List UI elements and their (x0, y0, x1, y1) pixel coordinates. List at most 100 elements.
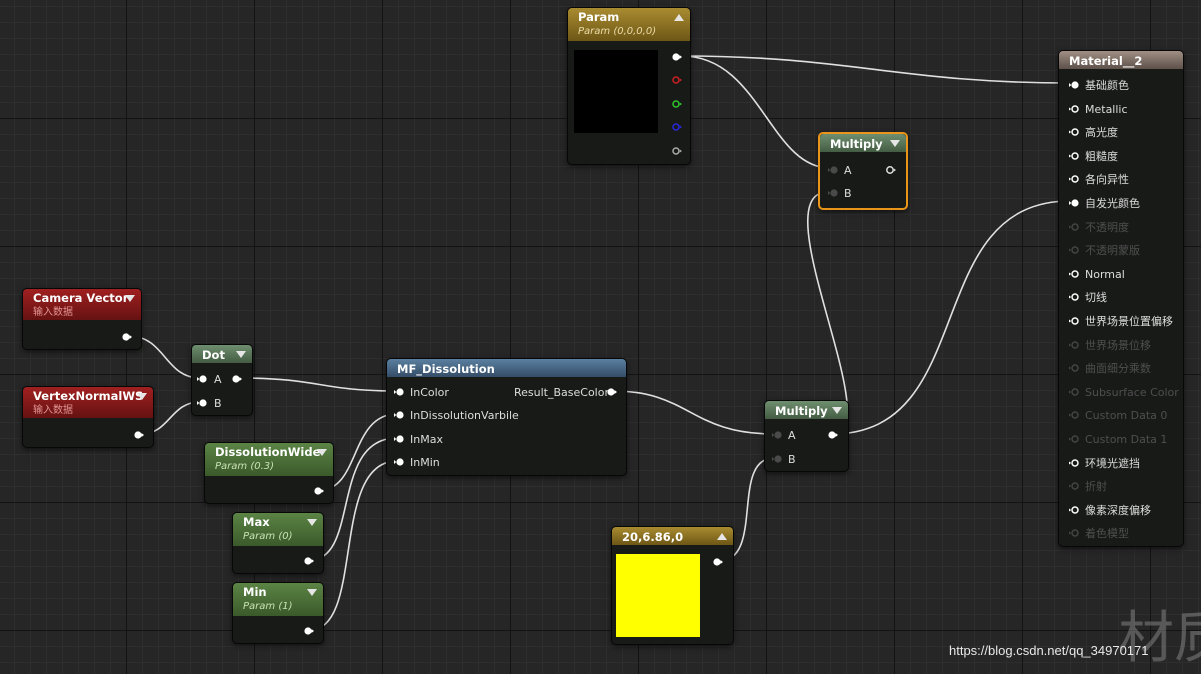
input-pin-incolor-icon[interactable] (394, 387, 404, 397)
collapse-arrow-icon[interactable] (137, 393, 147, 400)
input-pin-varbile-icon[interactable] (394, 410, 404, 420)
dot-node[interactable]: Dot A B (191, 344, 253, 416)
material-input-pin-icon[interactable] (1069, 505, 1079, 515)
output-pin-a-icon[interactable] (672, 146, 682, 156)
material-input-pin-icon[interactable] (1069, 198, 1079, 208)
pin-label-result: Result_BaseColor (514, 386, 609, 399)
material-input-label: Normal (1085, 267, 1125, 281)
material-input-label: 高光度 (1085, 126, 1118, 140)
max-param-node[interactable]: Max Param (0) (232, 512, 324, 574)
input-pin-b-icon[interactable] (197, 398, 207, 408)
constant-preview-swatch (616, 554, 700, 637)
multiply-top-node[interactable]: Multiply A B (818, 132, 908, 210)
material-input-pin-icon[interactable] (1069, 269, 1079, 279)
material-input-pin-icon (1069, 364, 1079, 372)
collapse-arrow-icon[interactable] (317, 449, 327, 456)
material-node-header[interactable]: Material__2 (1059, 51, 1183, 69)
material-input-label: 切线 (1085, 291, 1107, 305)
dissolution-wide-subtitle: Param (0.3) (215, 461, 275, 472)
constant-vector-header[interactable]: 20,6.86,0 (612, 527, 733, 545)
pin-label-incolor: InColor (410, 386, 449, 399)
collapse-arrow-icon[interactable] (307, 519, 317, 526)
material-input-pin-icon[interactable] (1069, 104, 1079, 114)
input-pin-inmax-icon[interactable] (394, 434, 404, 444)
material-input-pin-icon[interactable] (1069, 151, 1079, 161)
max-param-title: Max (243, 515, 270, 529)
material-input-pin-icon (1069, 388, 1079, 396)
min-param-title: Min (243, 585, 267, 599)
dissolution-wide-header[interactable]: DissolutionWide Param (0.3) (205, 443, 333, 476)
material-input-pin-icon[interactable] (1069, 127, 1079, 137)
material-input-pin-icon (1069, 411, 1079, 420)
material-input-label: 不透明蒙版 (1085, 244, 1140, 258)
camera-vector-node[interactable]: Camera Vector 输入数据 (22, 288, 142, 350)
pin-label-a: A (788, 429, 796, 442)
multiply-top-header[interactable]: Multiply (820, 134, 906, 152)
output-pin-icon[interactable] (828, 430, 838, 440)
input-pin-b-icon[interactable] (772, 454, 782, 464)
material-input-pin-icon[interactable] (1069, 316, 1079, 326)
wire-multiply-bottom-to-multiply-top-b (807, 191, 849, 435)
output-pin-g-icon[interactable] (672, 99, 682, 109)
collapse-arrow-icon[interactable] (236, 351, 246, 358)
param-node-subtitle: Param (0,0,0,0) (578, 26, 657, 37)
material-input-pin-icon (1069, 222, 1079, 231)
collapse-arrow-icon[interactable] (717, 533, 727, 540)
param-node-title: Param (578, 10, 620, 24)
output-pin-icon[interactable] (886, 165, 896, 175)
wire-dot-to-incolor (238, 377, 398, 392)
collapse-arrow-icon[interactable] (832, 407, 842, 414)
multiply-top-title: Multiply (830, 137, 883, 151)
output-pin-r-icon[interactable] (672, 75, 682, 85)
max-param-header[interactable]: Max Param (0) (233, 513, 323, 546)
input-pin-a-icon[interactable] (772, 430, 782, 440)
output-pin-icon[interactable] (304, 556, 314, 566)
input-pin-a-icon[interactable] (828, 165, 838, 175)
material-input-pin-icon[interactable] (1069, 174, 1079, 184)
vertex-normal-header[interactable]: VertexNormalWS 输入数据 (23, 387, 153, 418)
material-input-pin-icon (1069, 340, 1079, 349)
camera-vector-header[interactable]: Camera Vector 输入数据 (23, 289, 141, 320)
input-pin-inmin-icon[interactable] (394, 457, 404, 467)
output-pin-icon[interactable] (134, 430, 144, 440)
min-param-subtitle: Param (1) (243, 601, 293, 612)
multiply-bottom-node[interactable]: Multiply A B (764, 400, 849, 472)
dissolution-wide-node[interactable]: DissolutionWide Param (0.3) (204, 442, 334, 504)
multiply-bottom-header[interactable]: Multiply (765, 401, 848, 419)
output-pin-icon[interactable] (232, 374, 242, 384)
constant-vector-title: 20,6.86,0 (622, 530, 684, 544)
material-result-node[interactable]: Material__2 基础颜色 Metallic 高光度 粗糙度 各向异性 自发光颜色不… (1058, 50, 1184, 547)
input-pin-a-icon[interactable] (197, 374, 207, 384)
wire-multiply-bottom-to-emissive (831, 200, 1071, 435)
output-pin-icon[interactable] (122, 332, 132, 342)
mf-dissolution-node[interactable]: MF_Dissolution InColor Result_BaseColor … (386, 358, 627, 476)
material-input-pin-icon[interactable] (1069, 458, 1079, 468)
pin-label-inmax: InMax (410, 433, 443, 446)
collapse-arrow-icon[interactable] (125, 295, 135, 302)
pin-label-varbile: InDissolutionVarbile (410, 409, 519, 422)
param-node[interactable]: Param Param (0,0,0,0) (567, 7, 691, 165)
vertex-normal-node[interactable]: VertexNormalWS 输入数据 (22, 386, 154, 448)
output-pin-b-icon[interactable] (672, 122, 682, 132)
collapse-arrow-icon[interactable] (674, 14, 684, 21)
min-param-node[interactable]: Min Param (1) (232, 582, 324, 644)
output-pin-result-icon[interactable] (607, 387, 617, 397)
output-pin-icon[interactable] (314, 486, 324, 496)
camera-vector-subtitle: 输入数据 (33, 307, 73, 318)
input-pin-b-icon[interactable] (828, 188, 838, 198)
param-node-header[interactable]: Param Param (0,0,0,0) (568, 8, 690, 41)
min-param-header[interactable]: Min Param (1) (233, 583, 323, 616)
mf-dissolution-header[interactable]: MF_Dissolution (387, 359, 626, 377)
output-pin-icon[interactable] (304, 626, 314, 636)
material-input-label: 世界场景位置偏移 (1085, 315, 1173, 328)
output-pin-rgb-icon[interactable] (672, 52, 682, 62)
collapse-arrow-icon[interactable] (890, 140, 900, 147)
material-input-pin-icon[interactable] (1069, 80, 1079, 90)
collapse-arrow-icon[interactable] (307, 589, 317, 596)
material-input-pin-icon[interactable] (1069, 292, 1079, 302)
output-pin-icon[interactable] (713, 557, 723, 567)
dot-node-header[interactable]: Dot (192, 345, 252, 363)
material-input-label: 折射 (1085, 480, 1107, 494)
wire-param-to-basecolor (681, 55, 1071, 84)
constant-vector-node[interactable]: 20,6.86,0 (611, 526, 734, 645)
